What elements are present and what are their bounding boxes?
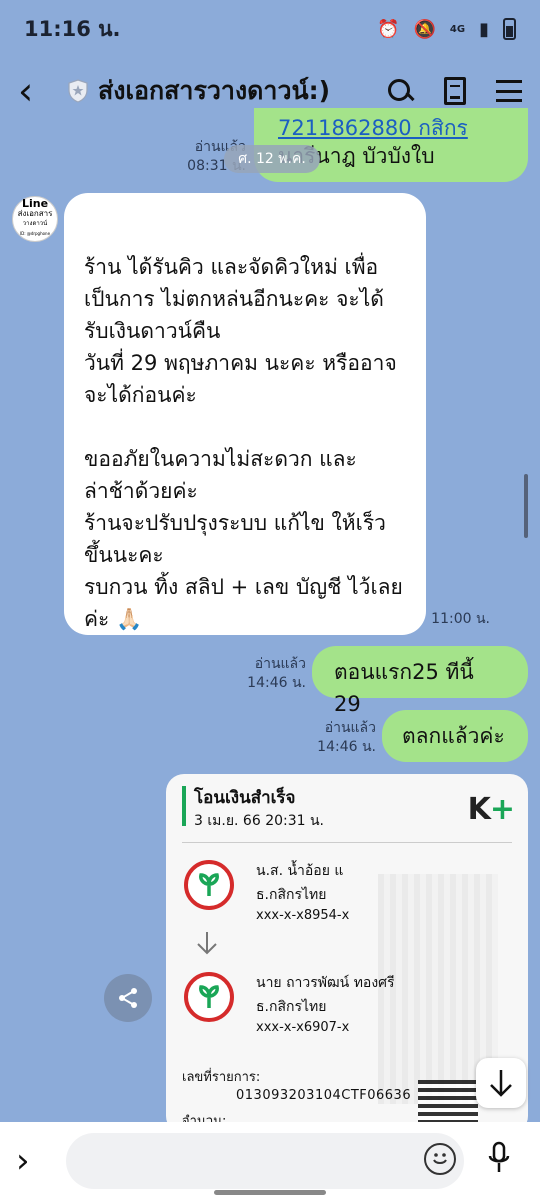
alarm-icon: ⏰ <box>377 18 400 40</box>
message-bubble-sent[interactable]: ตลกแล้วค่ะ <box>382 710 528 762</box>
share-icon[interactable] <box>104 974 152 1022</box>
avatar[interactable]: Line ส่งเอกสาร วางดาวน์ ID: @drpghone <box>12 196 58 242</box>
status-icons: ⏰ 🔕 4G ▮ <box>377 18 516 40</box>
emoji-icon[interactable] <box>424 1143 456 1175</box>
slip-datetime: 3 เม.ย. 66 20:31 น. <box>194 813 325 829</box>
search-icon[interactable] <box>386 77 414 105</box>
message-bubble-sent[interactable]: ตอนแรก25 ทีนี้ 29 <box>312 646 528 716</box>
battery-icon <box>503 18 516 40</box>
message-bubble-received[interactable]: ร้าน ได้รันคิว และจัดคิวใหม่ เพื่อ เป็นก… <box>64 193 426 635</box>
home-indicator <box>214 1190 326 1195</box>
sender-name: น.ส. น้ำอ้อย แ <box>256 863 344 879</box>
scroll-to-bottom-button[interactable] <box>476 1058 526 1108</box>
reference-label: เลขที่รายการ: <box>182 1070 261 1085</box>
slip-accent-bar <box>182 786 186 826</box>
header-actions <box>386 77 522 105</box>
kbank-logo-icon <box>184 860 234 910</box>
account-number-link[interactable]: 7211862880 กสิกรไทย <box>278 112 504 140</box>
transfer-slip-image[interactable]: โอนเงินสำเร็จ 3 เม.ย. 66 20:31 น. K+ น.ส… <box>166 774 528 1134</box>
message-text: ร้าน ได้รันคิว และจัดคิวใหม่ เพื่อ เป็นก… <box>84 255 403 631</box>
reference-number: 013093203104CTF06636 <box>236 1088 412 1103</box>
slip-divider <box>182 842 512 843</box>
arrow-down-icon <box>196 930 218 962</box>
avatar-text-line: Line <box>21 197 49 210</box>
sender-account: xxx-x-x8954-x <box>256 908 350 923</box>
message-input-bar: › <box>0 1122 540 1200</box>
signal-icon: ▮ <box>479 18 489 40</box>
message-text: ตลกแล้วค่ะ <box>402 724 505 748</box>
notes-icon[interactable] <box>444 77 466 105</box>
network-label: 4G <box>449 23 466 35</box>
avatar-text-line: ส่งเอกสาร <box>17 209 53 218</box>
sender-bank: ธ.กสิกรไทย <box>256 887 327 903</box>
receiver-account: xxx-x-x6907-x <box>256 1020 350 1035</box>
status-time: 11:16 น. <box>24 16 121 41</box>
kplus-logo-k: K <box>467 792 491 827</box>
message-time: 11:00 น. <box>431 611 490 627</box>
message-input[interactable] <box>66 1133 464 1189</box>
back-icon[interactable]: ‹ <box>18 72 58 110</box>
read-status: อ่านแล้ว <box>324 720 376 736</box>
scrollbar[interactable] <box>524 474 528 538</box>
slip-title: โอนเงินสำเร็จ <box>194 788 296 808</box>
menu-icon[interactable] <box>496 80 522 102</box>
chat-title[interactable]: ส่งเอกสารวางดาวน์:) <box>98 71 386 111</box>
message-time: 14:46 น. <box>247 675 306 691</box>
date-chip: ศ. 12 พ.ค. <box>224 145 320 173</box>
message-text: ตอนแรก25 ทีนี้ 29 <box>334 660 474 716</box>
message-time: 14:46 น. <box>317 739 376 755</box>
avatar-text-line: วางดาวน์ <box>22 220 48 227</box>
receiver-bank: ธ.กสิกรไทย <box>256 999 327 1015</box>
receiver-name: นาย ถาวรพัฒน์ ทองศรี <box>256 975 395 991</box>
read-status: อ่านแล้ว <box>254 656 306 672</box>
microphone-icon[interactable] <box>474 1141 524 1182</box>
kplus-logo-plus: + <box>489 792 515 827</box>
kplus-logo: K+ <box>467 792 515 827</box>
chevron-right-icon[interactable]: › <box>16 1141 66 1181</box>
message-meta: อ่านแล้ว 14:46 น. <box>316 719 376 757</box>
kbank-logo-icon <box>184 972 234 1022</box>
message-meta: อ่านแล้ว 14:46 น. <box>246 655 306 693</box>
avatar-text-line: ID: @drpghone <box>19 231 51 236</box>
mute-icon: 🔕 <box>413 18 436 40</box>
shield-icon <box>68 79 90 103</box>
status-bar: 11:16 น. ⏰ 🔕 4G ▮ <box>0 0 540 58</box>
